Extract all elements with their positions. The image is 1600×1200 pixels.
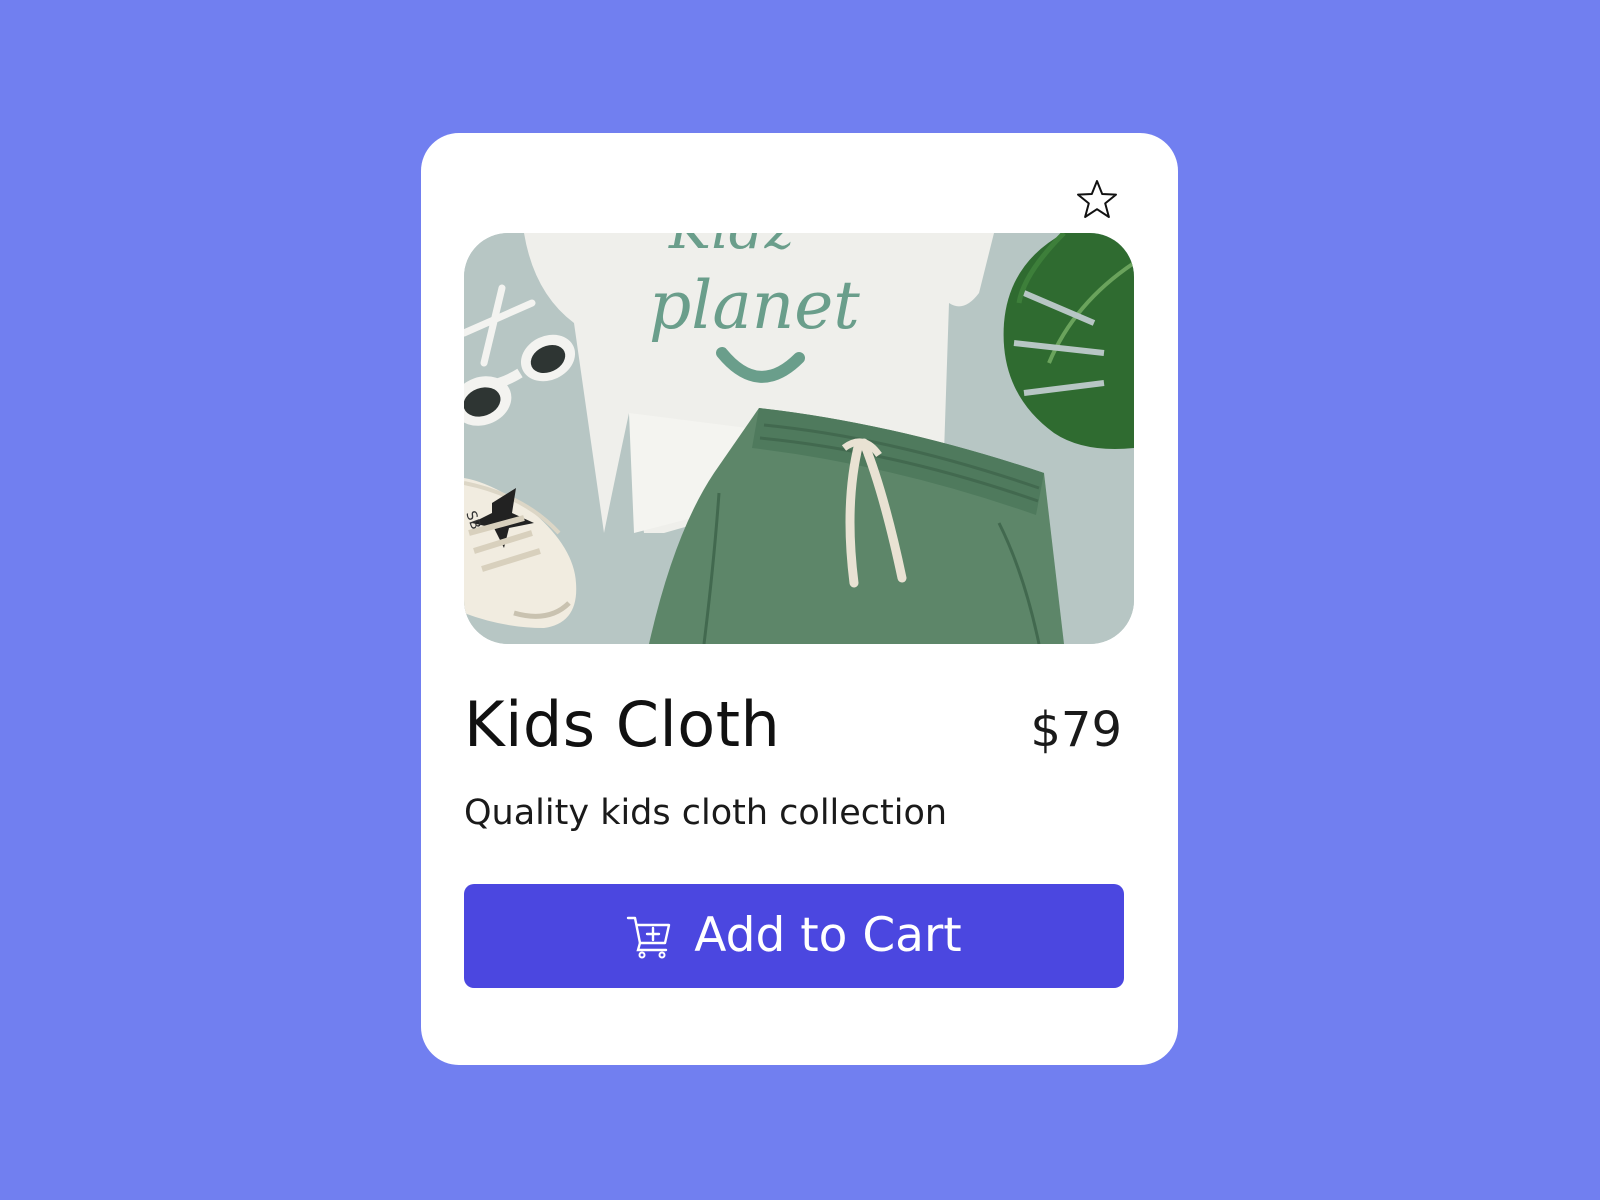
product-description: Quality kids cloth collection (464, 793, 948, 833)
star-icon[interactable] (1076, 179, 1118, 221)
svg-text:Kidz: Kidz (668, 233, 795, 262)
product-card: SB Kidz planet (421, 133, 1178, 1065)
add-to-cart-label: Add to Cart (694, 908, 962, 963)
add-to-cart-button[interactable]: Add to Cart (464, 884, 1124, 988)
product-price: $79 (1030, 702, 1122, 758)
product-image: SB Kidz planet (464, 233, 1134, 644)
cart-plus-icon (627, 916, 671, 959)
product-title: Kids Cloth (464, 688, 781, 761)
svg-text:planet: planet (649, 267, 860, 344)
